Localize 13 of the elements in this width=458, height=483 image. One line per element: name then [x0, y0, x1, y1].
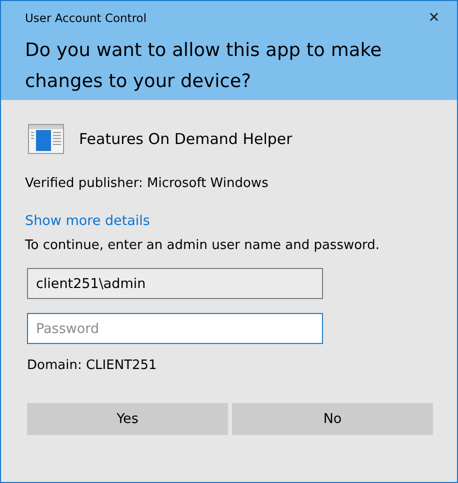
yes-button[interactable]: Yes [27, 403, 228, 435]
app-name: Features On Demand Helper [79, 130, 292, 148]
app-window-icon [28, 124, 64, 154]
username-field[interactable]: client251\admin [27, 268, 323, 299]
instruction-text: To continue, enter an admin user name and password. [25, 238, 381, 253]
password-field[interactable]: Password [27, 313, 323, 344]
domain-text: Domain: CLIENT251 [27, 358, 158, 373]
window-title: User Account Control [25, 11, 147, 25]
show-details-link[interactable]: Show more details [25, 213, 150, 229]
publisher-text: Verified publisher: Microsoft Windows [25, 176, 270, 191]
no-button[interactable]: No [232, 403, 433, 435]
question-heading: Do you want to allow this app to make changes to your device? [25, 39, 383, 94]
close-button[interactable]: ✕ [411, 1, 457, 35]
